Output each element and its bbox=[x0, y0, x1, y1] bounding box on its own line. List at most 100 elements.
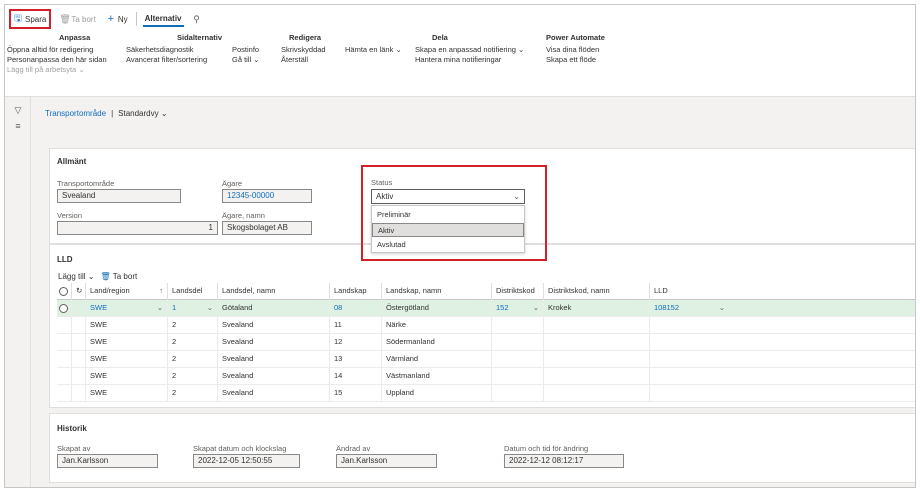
cell-landsdel[interactable]: 2 bbox=[167, 334, 217, 351]
cell-landskap[interactable]: 11 bbox=[329, 317, 381, 334]
cell-landskap-name[interactable]: Östergötland bbox=[381, 300, 491, 317]
filter-icon[interactable]: ▽ bbox=[12, 105, 24, 116]
cell-district-name[interactable] bbox=[543, 385, 649, 402]
cell-landsdel[interactable]: 2 bbox=[167, 385, 217, 402]
modified-by-field[interactable]: Jan.Karlsson bbox=[336, 454, 437, 468]
refresh-icon[interactable]: ↻ bbox=[71, 283, 85, 300]
cell-landsdel[interactable]: 2 bbox=[167, 368, 217, 385]
row-select-cell[interactable] bbox=[57, 368, 71, 385]
cell-land-region[interactable]: SWE bbox=[85, 368, 167, 385]
ribbon-item-create-alert[interactable]: Skapa en anpassad notifiering ⌄ bbox=[415, 45, 524, 54]
cell-district-name[interactable]: Krokek bbox=[543, 300, 649, 317]
cell-landsdel-name[interactable]: Svealand bbox=[217, 317, 329, 334]
col-land-region[interactable]: Land/region ↑ bbox=[85, 283, 167, 300]
delete-button[interactable]: 🗑 Ta bort bbox=[57, 11, 97, 27]
version-field[interactable]: 1 bbox=[57, 221, 218, 235]
cell-landsdel-name[interactable]: Svealand bbox=[217, 385, 329, 402]
cell-district-name[interactable] bbox=[543, 334, 649, 351]
ribbon-item-manage-alerts[interactable]: Hantera mina notifieringar bbox=[415, 55, 501, 64]
ribbon-item-always-edit[interactable]: Öppna alltid för redigering bbox=[7, 45, 93, 54]
cell-landskap[interactable]: 08 bbox=[329, 300, 381, 317]
cell-landsdel-name[interactable]: Svealand bbox=[217, 334, 329, 351]
cell-landsdel-name[interactable]: Svealand bbox=[217, 368, 329, 385]
cell-landskap-name[interactable]: Närke bbox=[381, 317, 491, 334]
cell-landskap[interactable]: 12 bbox=[329, 334, 381, 351]
col-landsdel[interactable]: Landsdel bbox=[167, 283, 217, 300]
cell-district-name[interactable] bbox=[543, 317, 649, 334]
cell-land-region[interactable]: SWE bbox=[85, 317, 167, 334]
col-lld[interactable]: LLD bbox=[649, 283, 729, 300]
remove-line-button[interactable]: 🗑 Ta bort bbox=[101, 272, 138, 281]
cell-landsdel[interactable]: 1 ⌄ bbox=[167, 300, 217, 317]
search-button[interactable]: ⚲ bbox=[190, 11, 204, 27]
row-select-cell[interactable] bbox=[57, 300, 71, 317]
cell-lld[interactable]: 108152 ⌄ bbox=[649, 300, 729, 317]
row-select-cell[interactable] bbox=[57, 351, 71, 368]
col-district-name[interactable]: Distriktskod, namn bbox=[543, 283, 649, 300]
ribbon-item-go-to[interactable]: Gå till ⌄ bbox=[232, 55, 260, 64]
modified-at-field[interactable]: 2022-12-12 08:12:17 bbox=[504, 454, 624, 468]
row-select-radio[interactable] bbox=[59, 304, 68, 313]
ribbon-item-create-flow[interactable]: Skapa ett flöde bbox=[546, 55, 596, 64]
cell-land-region[interactable]: SWE ⌄ bbox=[85, 300, 167, 317]
list-icon[interactable]: ≡ bbox=[12, 121, 24, 131]
col-landskap[interactable]: Landskap bbox=[329, 283, 381, 300]
ribbon-item-add-workspace[interactable]: Lägg till på arbetsyta ⌄ bbox=[7, 65, 85, 74]
select-all-radio[interactable] bbox=[59, 287, 68, 296]
ribbon-item-revert[interactable]: Återställ bbox=[281, 55, 308, 64]
breadcrumb-entity[interactable]: Transportområde bbox=[45, 109, 106, 118]
table-row[interactable]: SWE 2 Svealand 11 Närke bbox=[57, 317, 915, 334]
cell-district-code[interactable] bbox=[491, 368, 543, 385]
cell-lld[interactable] bbox=[649, 334, 729, 351]
row-select-cell[interactable] bbox=[57, 334, 71, 351]
tab-alternativ[interactable]: Alternativ bbox=[142, 11, 184, 27]
cell-lld[interactable] bbox=[649, 317, 729, 334]
created-by-field[interactable]: Jan.Karlsson bbox=[57, 454, 158, 468]
table-row[interactable]: SWE 2 Svealand 12 Södermanland bbox=[57, 334, 915, 351]
ribbon-item-view-flows[interactable]: Visa dina flöden bbox=[546, 45, 599, 54]
cell-land-region[interactable]: SWE bbox=[85, 385, 167, 402]
add-line-button[interactable]: Lägg till ⌄ bbox=[58, 272, 95, 281]
col-landskap-name[interactable]: Landskap, namn bbox=[381, 283, 491, 300]
cell-landskap-name[interactable]: Västmanland bbox=[381, 368, 491, 385]
table-row[interactable]: SWE 2 Svealand 14 Västmanland bbox=[57, 368, 915, 385]
cell-district-name[interactable] bbox=[543, 351, 649, 368]
cell-district-code[interactable] bbox=[491, 334, 543, 351]
cell-district-code[interactable] bbox=[491, 317, 543, 334]
table-row[interactable]: SWE 2 Svealand 15 Uppland bbox=[57, 385, 915, 402]
ribbon-item-record-info[interactable]: Postinfo bbox=[232, 45, 259, 54]
cell-district-code[interactable]: 152 ⌄ bbox=[491, 300, 543, 317]
col-landsdel-name[interactable]: Landsdel, namn bbox=[217, 283, 329, 300]
cell-landskap-name[interactable]: Uppland bbox=[381, 385, 491, 402]
cell-district-code[interactable] bbox=[491, 351, 543, 368]
ribbon-item-security-diagnostics[interactable]: Säkerhetsdiagnostik bbox=[126, 45, 194, 54]
cell-landsdel[interactable]: 2 bbox=[167, 317, 217, 334]
table-row[interactable]: SWE 2 Svealand 13 Värmland bbox=[57, 351, 915, 368]
cell-landskap[interactable]: 14 bbox=[329, 368, 381, 385]
cell-landskap-name[interactable]: Södermanland bbox=[381, 334, 491, 351]
ribbon-item-read-only[interactable]: Skrivskyddad bbox=[281, 45, 326, 54]
row-select-cell[interactable] bbox=[57, 385, 71, 402]
cell-landskap-name[interactable]: Värmland bbox=[381, 351, 491, 368]
cell-landsdel-name[interactable]: Götaland bbox=[217, 300, 329, 317]
cell-district-code[interactable] bbox=[491, 385, 543, 402]
cell-district-name[interactable] bbox=[543, 368, 649, 385]
transport-area-field[interactable]: Svealand bbox=[57, 189, 181, 203]
cell-landskap[interactable]: 13 bbox=[329, 351, 381, 368]
owner-field[interactable]: 12345-00000 bbox=[222, 189, 312, 203]
save-button[interactable]: 🖫 Spara bbox=[9, 9, 52, 29]
new-button[interactable]: + Ny bbox=[104, 11, 130, 27]
ribbon-item-advanced-filter[interactable]: Avancerat filter/sortering bbox=[126, 55, 207, 64]
created-at-field[interactable]: 2022-12-05 12:50:55 bbox=[193, 454, 300, 468]
cell-landsdel[interactable]: 2 bbox=[167, 351, 217, 368]
col-district-code[interactable]: Distriktskod bbox=[491, 283, 543, 300]
cell-lld[interactable] bbox=[649, 351, 729, 368]
select-all-cell[interactable] bbox=[57, 283, 71, 300]
cell-landsdel-name[interactable]: Svealand bbox=[217, 351, 329, 368]
view-selector[interactable]: Standardvy ⌄ bbox=[118, 109, 167, 118]
ribbon-item-personalize[interactable]: Personanpassa den här sidan bbox=[7, 55, 107, 64]
cell-land-region[interactable]: SWE bbox=[85, 334, 167, 351]
row-select-cell[interactable] bbox=[57, 317, 71, 334]
cell-land-region[interactable]: SWE bbox=[85, 351, 167, 368]
cell-lld[interactable] bbox=[649, 368, 729, 385]
